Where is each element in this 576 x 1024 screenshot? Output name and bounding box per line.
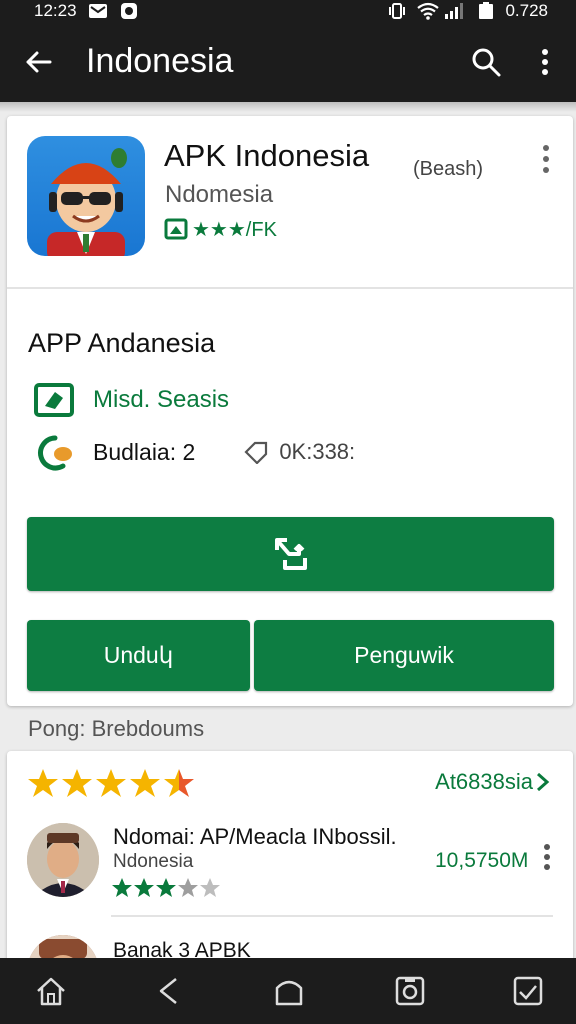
- divider: [111, 915, 553, 917]
- app-rating-row: ★★★/FK: [164, 216, 277, 242]
- search-icon[interactable]: [470, 46, 502, 78]
- app-tag: (Beash): [413, 158, 484, 180]
- review-subtitle: Ndonesia: [113, 851, 194, 872]
- downloads-icon: [38, 435, 72, 471]
- reviews-section-label: Pong: Brebdoums: [28, 716, 205, 741]
- see-all-label: At6838sia: [435, 769, 533, 794]
- install-icon: [274, 538, 307, 570]
- review-stars: [111, 877, 221, 899]
- tag-icon: [244, 441, 268, 464]
- editors-choice-icon: [164, 218, 188, 240]
- avatar-illustration: [47, 148, 127, 256]
- info-row-2: Budlaia: 2 0K:338:: [33, 432, 355, 472]
- home-icon[interactable]: [272, 974, 306, 1008]
- info-row-2-value: 0K:338:: [279, 439, 356, 464]
- app-detail-card: APK Indonesia (Beash) Ndomesia ★★★/FK AP…: [7, 116, 573, 706]
- see-all-link[interactable]: At6838sia: [435, 769, 551, 795]
- info-row-1-label: Misd. Seasis: [93, 386, 230, 413]
- system-nav-bar: [0, 958, 576, 1024]
- download-button[interactable]: Unduկ: [27, 620, 250, 691]
- overall-rating-stars: [27, 767, 199, 801]
- info-row-1: Misd. Seasis: [33, 380, 229, 420]
- secondary-action-button[interactable]: Penguwik: [254, 620, 554, 691]
- back-arrow-icon[interactable]: [22, 46, 54, 78]
- status-time: 12:23: [34, 1, 77, 20]
- reviews-card: At6838sia Ndomai: AP/Meacla INbossil. Nd…: [7, 751, 573, 1009]
- review-rating-icon: [112, 878, 220, 897]
- app-icon[interactable]: [27, 136, 145, 256]
- task-check-icon[interactable]: [511, 974, 545, 1008]
- app-rating-text: ★★★/FK: [192, 218, 277, 241]
- page-title: Indonesia: [86, 42, 234, 80]
- battery-icon: [479, 2, 493, 19]
- signal-icon: [445, 3, 463, 19]
- info-row-2-label: Budlaia: 2: [93, 438, 196, 465]
- review-count: 10,5750M: [435, 849, 529, 872]
- status-right-time: 0.728: [505, 1, 548, 20]
- notification-icon: [121, 3, 137, 19]
- recents-icon[interactable]: [393, 974, 427, 1008]
- wifi-icon: [417, 2, 439, 20]
- back-icon[interactable]: [152, 974, 186, 1008]
- divider: [7, 287, 573, 289]
- app-name: APK Indonesia: [164, 138, 370, 173]
- install-button[interactable]: [27, 517, 554, 591]
- app-developer[interactable]: Ndomesia: [165, 181, 273, 209]
- vibrate-icon: [389, 3, 405, 19]
- card-more-icon[interactable]: [541, 144, 551, 174]
- apk-badge-icon: [34, 383, 74, 417]
- home-outline-icon[interactable]: [34, 974, 68, 1008]
- more-vert-icon[interactable]: [532, 46, 558, 78]
- details-title: APP Andanesia: [28, 328, 216, 358]
- review-title: Ndomai: AP/Meacla INbossil.: [113, 824, 397, 849]
- reviewer-avatar[interactable]: [27, 823, 99, 897]
- person-avatar-illustration: [27, 823, 99, 897]
- rating-stars-icon: [28, 769, 194, 797]
- review-more-icon[interactable]: [542, 843, 552, 871]
- status-bar: 12:23 0.728: [0, 0, 576, 24]
- chevron-right-icon: [537, 772, 550, 792]
- mail-icon: [89, 4, 107, 18]
- app-bar: Indonesia: [0, 24, 576, 112]
